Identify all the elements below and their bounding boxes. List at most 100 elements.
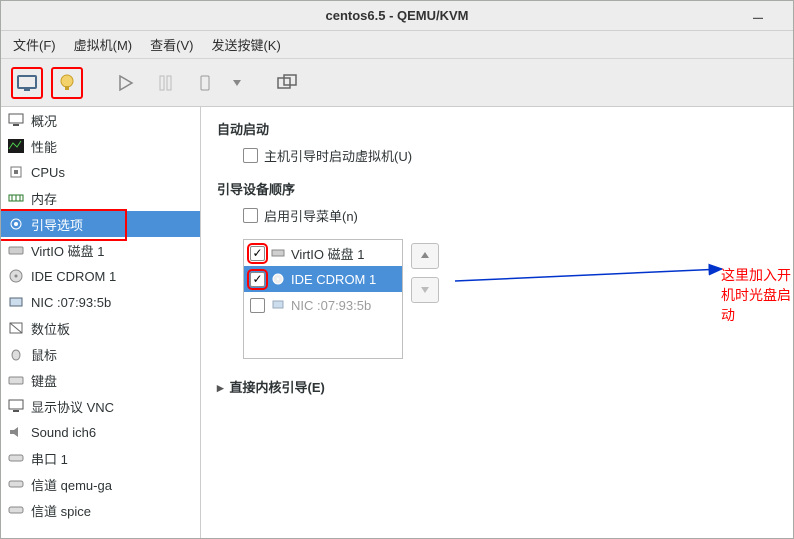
arrow-down-icon [419, 284, 431, 296]
main-panel: 自动启动 主机引导时启动虚拟机(U) 引导设备顺序 启用引导菜单(n) Virt… [201, 107, 793, 538]
play-button[interactable] [109, 67, 141, 99]
sidebar-item-display[interactable]: 显示协议 VNC [1, 393, 200, 419]
reorder-buttons [411, 239, 439, 359]
menubar: 文件(F) 虚拟机(M) 查看(V) 发送按键(K) [1, 31, 793, 59]
chevron-down-icon [232, 78, 242, 88]
move-down-button[interactable] [411, 277, 439, 303]
cd-icon [271, 273, 285, 285]
boot-item-virtio[interactable]: VirtIO 磁盘 1 [244, 240, 402, 266]
boot-order-list: VirtIO 磁盘 1 IDE CDROM 1 NIC :07:93:5b [243, 239, 403, 359]
sidebar-item-disk1[interactable]: VirtIO 磁盘 1 [1, 237, 200, 263]
disk-icon [7, 242, 25, 258]
sidebar-item-tablet[interactable]: 数位板 [1, 315, 200, 341]
sidebar-item-channel-spice[interactable]: 信道 spice [1, 497, 200, 523]
sidebar-item-label: 性能 [31, 137, 57, 156]
serial-icon [7, 450, 25, 466]
sidebar-item-label: 引导选项 [31, 215, 83, 234]
channel-icon [7, 502, 25, 518]
boot-item-checkbox[interactable] [250, 298, 265, 313]
boot-item-label: NIC :07:93:5b [291, 298, 371, 313]
info-button[interactable] [51, 67, 83, 99]
keyboard-icon [7, 372, 25, 388]
shutdown-button[interactable] [189, 67, 221, 99]
sidebar-item-channel-qemu[interactable]: 信道 qemu-ga [1, 471, 200, 497]
sidebar-item-mouse[interactable]: 鼠标 [1, 341, 200, 367]
autostart-row: 主机引导时启动虚拟机(U) [243, 146, 777, 165]
kernel-section[interactable]: ▸直接内核引导(E) [217, 377, 777, 396]
nic-icon [271, 299, 285, 311]
sidebar-item-cpus[interactable]: CPUs [1, 159, 200, 185]
screens-icon [276, 73, 298, 93]
fullscreen-button[interactable] [271, 67, 303, 99]
expand-triangle-icon: ▸ [217, 380, 224, 396]
sidebar-item-overview[interactable]: 概况 [1, 107, 200, 133]
sidebar-item-label: IDE CDROM 1 [31, 269, 116, 284]
sidebar-item-label: 信道 spice [31, 501, 91, 520]
boot-item-nic[interactable]: NIC :07:93:5b [244, 292, 402, 318]
sidebar-item-memory[interactable]: 内存 [1, 185, 200, 211]
menu-sendkey[interactable]: 发送按键(K) [211, 35, 280, 54]
sidebar-item-performance[interactable]: 性能 [1, 133, 200, 159]
toolbar [1, 59, 793, 107]
channel-icon [7, 476, 25, 492]
sidebar-item-label: 信道 qemu-ga [31, 475, 112, 494]
sidebar-item-label: VirtIO 磁盘 1 [31, 241, 104, 260]
boot-item-label: IDE CDROM 1 [291, 272, 376, 287]
sidebar-item-nic[interactable]: NIC :07:93:5b [1, 289, 200, 315]
boot-item-checkbox[interactable] [250, 272, 265, 287]
disk-icon [271, 247, 285, 259]
window: centos6.5 - QEMU/KVM – 文件(F) 虚拟机(M) 查看(V… [0, 0, 794, 539]
display-icon [7, 398, 25, 414]
sidebar-item-label: 显示协议 VNC [31, 397, 114, 416]
pause-button[interactable] [149, 67, 181, 99]
cpu-icon [7, 164, 25, 180]
sidebar-item-label: 数位板 [31, 319, 70, 338]
autostart-title: 自动启动 [217, 119, 777, 138]
sidebar-item-label: 键盘 [31, 371, 57, 390]
pause-icon [154, 73, 176, 93]
menu-file[interactable]: 文件(F) [13, 35, 56, 54]
menu-view[interactable]: 查看(V) [150, 35, 193, 54]
chart-icon [7, 138, 25, 154]
content: 概况 性能 CPUs 内存 引导选项 VirtIO 磁盘 1 IDE CDROM… [1, 107, 793, 538]
bootmenu-checkbox[interactable] [243, 208, 258, 223]
arrow-up-icon [419, 250, 431, 262]
sidebar-item-boot[interactable]: 引导选项 [1, 211, 200, 237]
boot-item-checkbox[interactable] [250, 246, 265, 261]
boot-order-wrap: VirtIO 磁盘 1 IDE CDROM 1 NIC :07:93:5b [217, 239, 777, 359]
sidebar-item-keyboard[interactable]: 键盘 [1, 367, 200, 393]
play-icon [114, 73, 136, 93]
sidebar-item-serial[interactable]: 串口 1 [1, 445, 200, 471]
bulb-icon [56, 73, 78, 93]
nic-icon [7, 294, 25, 310]
sidebar-item-label: Sound ich6 [31, 425, 96, 440]
autostart-label: 主机引导时启动虚拟机(U) [264, 146, 412, 165]
sidebar-item-label: NIC :07:93:5b [31, 295, 111, 310]
move-up-button[interactable] [411, 243, 439, 269]
tablet-icon [7, 320, 25, 336]
gear-icon [7, 216, 25, 232]
console-button[interactable] [11, 67, 43, 99]
bootmenu-row: 启用引导菜单(n) [243, 206, 777, 225]
sidebar-item-label: 鼠标 [31, 345, 57, 364]
monitor-icon [16, 73, 38, 93]
sidebar-item-sound[interactable]: Sound ich6 [1, 419, 200, 445]
sidebar: 概况 性能 CPUs 内存 引导选项 VirtIO 磁盘 1 IDE CDROM… [1, 107, 201, 538]
sidebar-item-label: CPUs [31, 165, 65, 180]
minimize-button[interactable]: – [753, 7, 763, 28]
bootorder-title: 引导设备顺序 [217, 179, 777, 198]
menu-vm[interactable]: 虚拟机(M) [74, 35, 133, 54]
autostart-checkbox[interactable] [243, 148, 258, 163]
monitor-icon [7, 112, 25, 128]
window-title: centos6.5 - QEMU/KVM [325, 8, 468, 23]
cd-icon [7, 268, 25, 284]
sidebar-item-label: 概况 [31, 111, 57, 130]
sidebar-item-label: 内存 [31, 189, 57, 208]
sound-icon [7, 424, 25, 440]
mouse-icon [7, 346, 25, 362]
shutdown-dropdown[interactable] [229, 67, 245, 99]
sidebar-item-cdrom[interactable]: IDE CDROM 1 [1, 263, 200, 289]
memory-icon [7, 190, 25, 206]
annotation-text: 这里加入开机时光盘启动 [721, 265, 793, 325]
boot-item-cdrom[interactable]: IDE CDROM 1 [244, 266, 402, 292]
